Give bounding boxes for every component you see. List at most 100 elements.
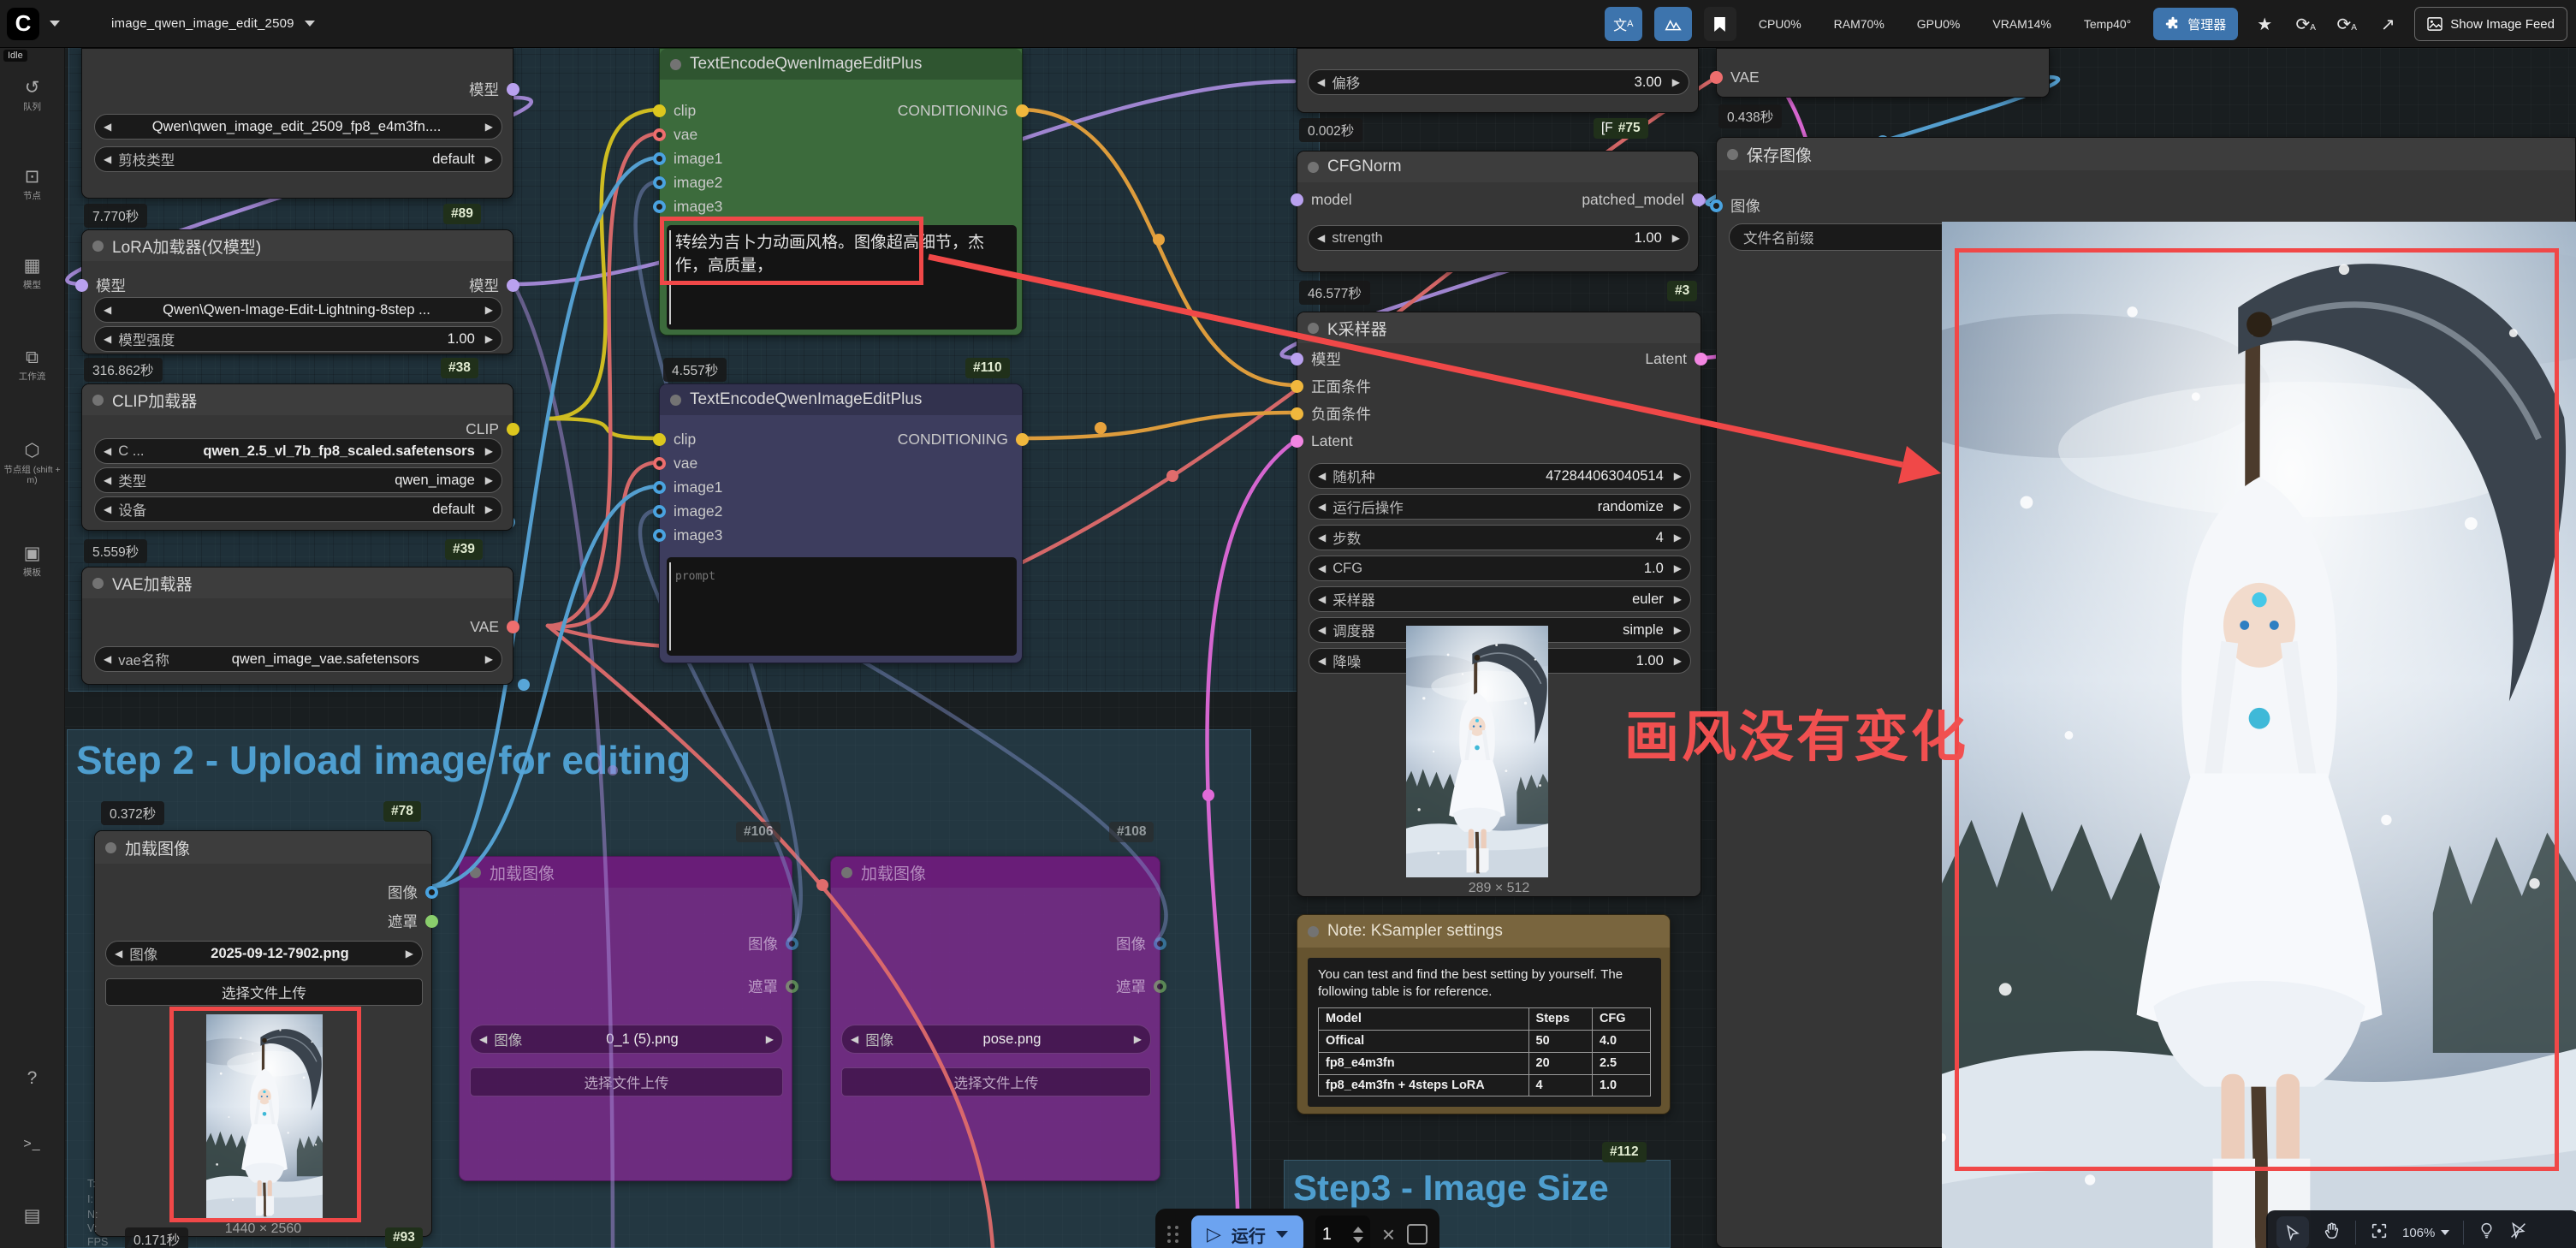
clip-output-port[interactable]: CLIP xyxy=(466,419,519,438)
collapse-dot[interactable] xyxy=(92,578,104,589)
increment-icon[interactable] xyxy=(766,1034,774,1044)
clip-name-widget[interactable]: C ...qwen_2.5_vl_7b_fp8_scaled.safetenso… xyxy=(94,438,502,464)
decrement-icon[interactable] xyxy=(479,1034,487,1044)
latent-output-port[interactable]: Latent xyxy=(1645,349,1707,368)
node-text-encode-negative[interactable]: TextEncodeQwenImageEditPlus clip vae ima… xyxy=(659,383,1023,663)
collapse-dot[interactable] xyxy=(470,867,481,878)
positive-input-port[interactable]: 正面条件 xyxy=(1291,377,1371,395)
sidebar-item-terminal[interactable]: >_ xyxy=(0,1137,64,1152)
image1-input-port[interactable]: image1 xyxy=(653,478,722,496)
decrement-icon[interactable] xyxy=(104,122,111,132)
collapse-dot[interactable] xyxy=(1308,323,1319,334)
decrement-icon[interactable] xyxy=(1317,77,1325,87)
latent-input-port[interactable]: Latent xyxy=(1291,431,1353,450)
select-tool-button[interactable] xyxy=(2276,1216,2309,1248)
increment-icon[interactable] xyxy=(1674,471,1682,481)
node-cfgnorm[interactable]: CFGNorm model patched_model strength1.00 xyxy=(1297,151,1699,272)
patched-model-output-port[interactable]: patched_model xyxy=(1582,190,1705,209)
lora-strength-widget[interactable]: 模型强度1.00 xyxy=(94,326,502,352)
image-output-port[interactable]: 图像 xyxy=(388,883,438,901)
bookmark-button[interactable] xyxy=(1704,7,1736,41)
prompt-textarea[interactable]: prompt xyxy=(667,557,1017,656)
manager-button[interactable]: 管理器 xyxy=(2153,8,2238,40)
chevron-down-icon[interactable] xyxy=(1276,1231,1288,1238)
theme-button[interactable] xyxy=(1654,7,1692,41)
prune-type-widget[interactable]: 剪枝类型default xyxy=(94,146,502,172)
collapse-dot[interactable] xyxy=(92,241,104,252)
mask-output-port[interactable]: 遮罩 xyxy=(1116,977,1166,995)
node-lora-loader[interactable]: LoRA加载器(仅模型) 模型 模型 Qwen\Qwen-Image-Edit-… xyxy=(81,229,513,354)
increment-icon[interactable] xyxy=(485,305,493,315)
shift-widget[interactable]: 偏移3.00 xyxy=(1308,69,1689,95)
node-load-image-muted-2[interactable]: 加载图像 图像 遮罩 图像pose.png 选择文件上传 xyxy=(830,856,1160,1181)
seed-widget[interactable]: 随机种472844063040514 xyxy=(1309,463,1691,489)
comfyui-logo[interactable]: C xyxy=(7,8,39,40)
translate-button[interactable]: 文A xyxy=(1605,7,1642,41)
decrement-icon[interactable] xyxy=(104,475,111,485)
node-vae-loader[interactable]: VAE加载器 VAE vae名称qwen_image_vae.safetenso… xyxy=(81,567,513,685)
decrement-icon[interactable] xyxy=(1318,625,1326,635)
model-input-port[interactable]: 模型 xyxy=(1291,349,1341,368)
sidebar-item-templates[interactable]: ▣模板 xyxy=(0,543,64,578)
decrement-icon[interactable] xyxy=(1318,563,1326,573)
decrement-icon[interactable] xyxy=(1318,502,1326,512)
mask-output-port[interactable]: 遮罩 xyxy=(748,977,798,995)
model-output-port[interactable]: 模型 xyxy=(469,276,519,294)
light-toggle-button[interactable] xyxy=(2478,1221,2496,1244)
share-button[interactable]: ↗ xyxy=(2373,14,2402,35)
decrement-icon[interactable] xyxy=(1317,233,1325,243)
image2-input-port[interactable]: image2 xyxy=(653,502,722,520)
steps-widget[interactable]: 步数4 xyxy=(1309,525,1691,550)
increment-icon[interactable] xyxy=(485,475,493,485)
sidebar-item-queue[interactable]: ↺队列 xyxy=(0,77,64,112)
vae-input-port[interactable]: vae xyxy=(653,125,697,144)
image1-input-port[interactable]: image1 xyxy=(653,149,722,168)
vae-input-port[interactable]: VAE xyxy=(1710,68,1760,86)
show-image-feed-button[interactable]: Show Image Feed xyxy=(2414,7,2567,41)
collapse-dot[interactable] xyxy=(1727,149,1738,160)
decrement-icon[interactable] xyxy=(104,654,111,664)
upload-button[interactable]: 选择文件上传 xyxy=(105,978,423,1006)
increment-icon[interactable] xyxy=(485,154,493,164)
strength-widget[interactable]: strength1.00 xyxy=(1308,225,1689,251)
node-clip-loader[interactable]: CLIP加载器 CLIP C ...qwen_2.5_vl_7b_fp8_sca… xyxy=(81,383,513,531)
collapse-dot[interactable] xyxy=(92,395,104,406)
restart-button[interactable]: ⟳A xyxy=(2291,14,2320,35)
decrement-icon[interactable] xyxy=(1318,532,1326,543)
negative-input-port[interactable]: 负面条件 xyxy=(1291,404,1371,423)
increment-icon[interactable] xyxy=(485,654,493,664)
node-ksampler[interactable]: K采样器 模型 Latent 正面条件 负面条件 Latent 随机种47284… xyxy=(1297,312,1701,897)
control-after-generate-widget[interactable]: 运行后操作randomize xyxy=(1309,494,1691,520)
conditioning-output-port[interactable]: CONDITIONING xyxy=(898,101,1029,120)
image-file-widget[interactable]: 图像pose.png xyxy=(841,1025,1151,1054)
decrement-icon[interactable] xyxy=(1318,656,1326,666)
increment-icon[interactable] xyxy=(1672,233,1680,243)
increment-icon[interactable] xyxy=(1674,532,1682,543)
toolbar-drag-handle[interactable] xyxy=(1167,1226,1179,1243)
image2-input-port[interactable]: image2 xyxy=(653,173,722,192)
node-diffusion-loader[interactable]: 模型 Qwen\qwen_image_edit_2509_fp8_e4m3fn.… xyxy=(81,48,513,199)
cfg-widget[interactable]: CFG1.0 xyxy=(1309,556,1691,581)
clip-device-widget[interactable]: 设备default xyxy=(94,496,502,522)
chevron-down-icon[interactable] xyxy=(50,21,60,27)
clear-queue-button[interactable]: × xyxy=(1382,1221,1395,1248)
vae-name-widget[interactable]: vae名称qwen_image_vae.safetensors xyxy=(94,646,502,672)
mask-output-port[interactable]: 遮罩 xyxy=(388,912,438,930)
model-name-widget[interactable]: Qwen\qwen_image_edit_2509_fp8_e4m3fn.... xyxy=(94,114,502,140)
increment-icon[interactable] xyxy=(485,504,493,514)
image-input-port[interactable]: 图像 xyxy=(1710,196,1760,215)
image-file-widget[interactable]: 图像2025-09-12-7902.png xyxy=(105,941,423,966)
model-input-port[interactable]: 模型 xyxy=(75,276,126,294)
decrement-icon[interactable] xyxy=(104,504,111,514)
decrement-icon[interactable] xyxy=(1353,1237,1363,1243)
increment-icon[interactable] xyxy=(406,948,413,959)
increment-icon[interactable] xyxy=(1674,594,1682,604)
image-file-widget[interactable]: 图像0_1 (5).png xyxy=(470,1025,783,1054)
sampler-widget[interactable]: 采样器euler xyxy=(1309,586,1691,612)
vae-input-port[interactable]: vae xyxy=(653,454,697,472)
decrement-icon[interactable] xyxy=(104,446,111,456)
image-output-port[interactable]: 图像 xyxy=(1116,934,1166,953)
increment-icon[interactable] xyxy=(1674,502,1682,512)
decrement-icon[interactable] xyxy=(851,1034,858,1044)
chevron-down-icon[interactable] xyxy=(305,21,315,27)
